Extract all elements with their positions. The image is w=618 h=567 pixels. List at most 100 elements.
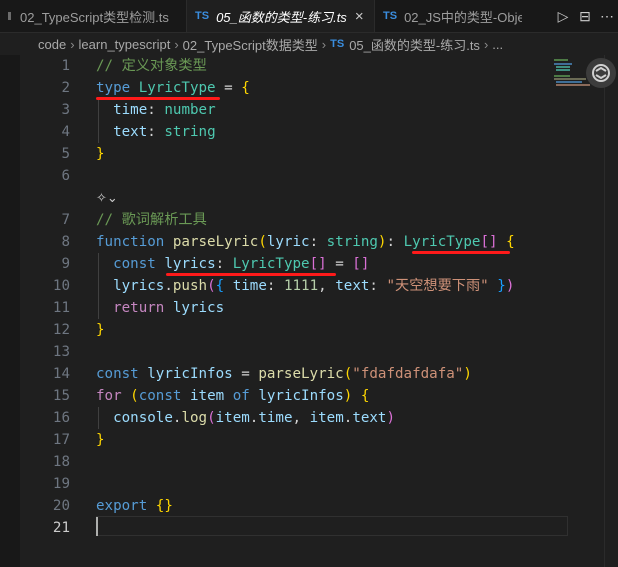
code-line[interactable]: 10 lyrics.push({ time: 1111, text: "天空想要… [20,275,618,297]
code-line[interactable]: 9 const lyrics: LyricType[] = [] [20,253,618,275]
code-token: string [164,124,216,140]
code-token: time [113,102,148,118]
vertical-scrollbar[interactable] [604,55,618,567]
code-line[interactable]: 8 function parseLyric(lyric: string): Lyr… [20,231,618,253]
code-token: item [189,388,225,404]
line-number: 6 [61,168,70,184]
breadcrumb-item-symbol[interactable]: ... [492,37,503,52]
code-token: { [360,388,370,404]
code-token: } [497,278,506,294]
code-token: { [506,234,515,250]
code-text: // 定义对象类型 [96,55,207,77]
code-token: [] [309,256,327,272]
copilot-icon[interactable] [586,58,616,88]
code-line[interactable]: 12} [20,319,618,341]
code-token: : [147,102,165,118]
code-token: 1111 [283,278,319,294]
code-text: function parseLyric(lyric: string): Lyri… [96,231,515,253]
tab-label: 02_TypeScript类型检测.ts [20,9,169,25]
minimap[interactable] [552,55,602,567]
code-token: ( [258,234,267,250]
code-token: text [335,278,370,294]
code-line[interactable]: 17} [20,429,618,451]
code-line[interactable]: 4 text: string [20,121,618,143]
code-token: lyricInfos [258,388,344,404]
line-number: 14 [52,366,70,382]
typescript-icon: TS [383,10,398,22]
line-number: 13 [52,344,70,360]
code-token: export [96,498,148,514]
tab-function-types-practice[interactable]: TS 05_函数的类型-练习.ts × [187,0,375,32]
minimap-line [556,84,590,86]
code-token: string [326,234,378,250]
code-line[interactable]: 5} [20,143,618,165]
code-editor[interactable]: 21 20 export {} 19 18 17} 16 console.log(item.… [20,55,618,567]
chevron-right-icon: › [174,36,179,52]
code-token: lyrics [113,278,165,294]
code-token: ) [463,366,472,382]
breadcrumb-item-folder[interactable]: 02_TypeScript数据类型 [183,35,318,54]
code-line[interactable]: 15 for (const item of lyricInfos) { [20,385,618,407]
code-line[interactable]: 14 const lyricInfos = parseLyric("fdafdaf… [20,363,618,385]
code-line[interactable]: 2 type LyricType = { [20,77,618,99]
copilot-sparkle-icon[interactable]: ✧⌄ [96,187,118,209]
code-line[interactable]: 13 [20,341,618,363]
code-token: [] [352,256,370,272]
breadcrumb: code › learn_typescript › 02_TypeScript数… [0,33,618,55]
breadcrumb-item-learn-typescript[interactable]: learn_typescript [79,37,171,52]
code-token: . [164,278,173,294]
code-text: for (const item of lyricInfos) { [96,385,369,407]
code-line[interactable]: 1 // 定义对象类型 [20,55,618,77]
activity-strip [0,55,20,567]
code-line[interactable]: 16 console.log(item.time, item.text) [20,407,618,429]
code-token: : [266,278,284,294]
code-token: of [232,388,250,404]
tab-typescript-type-check[interactable]: 02_TypeScript类型检测.ts [0,0,187,32]
code-token: item [309,410,344,426]
code-token: : [386,234,404,250]
code-token: , [318,278,336,294]
tab-js-types-object[interactable]: TS 02_JS中的类型-Obje [375,0,522,32]
code-token: ( [207,410,216,426]
code-token: function [96,234,165,250]
breadcrumb-item-code[interactable]: code [38,37,66,52]
code-line[interactable]: 3 time: number [20,99,618,121]
split-editor-icon[interactable]: ⊟ [574,8,596,25]
code-line[interactable]: 7 // 歌词解析工具 [20,209,618,231]
code-token: text [113,124,148,140]
code-text: const lyrics: LyricType[] = [] [96,253,369,275]
code-token: log [181,410,208,426]
code-token: : [147,124,165,140]
line-number: 5 [61,146,70,162]
code-token: const [96,366,139,382]
more-actions-icon[interactable]: ⋯ [596,8,618,25]
code-token: } [96,146,105,162]
code-line[interactable]: 18 [20,451,618,473]
line-number: 7 [61,212,70,228]
code-text: return lyrics [96,297,224,319]
current-line-highlight [96,516,568,536]
code-token: ( [343,366,353,382]
code-line[interactable]: 20 export {} [20,495,618,517]
code-token: LyricType [138,80,216,96]
chevron-right-icon: › [70,36,75,52]
code-text: } [96,143,105,165]
code-line[interactable]: 11 return lyrics [20,297,618,319]
minimap-line [554,78,586,80]
breadcrumb-item-file[interactable]: 05_函数的类型-练习.ts [349,35,480,54]
code-token: time [258,410,293,426]
editor-actions: ▷ ⊟ ⋯ [546,0,618,32]
code-token: ( [207,278,216,294]
code-line[interactable]: 19 [20,473,618,495]
run-icon[interactable]: ▷ [552,8,574,25]
code-line[interactable]: 6 [20,165,618,187]
code-token: // 定义对象类型 [96,58,207,74]
code-token: return [113,300,165,316]
close-icon[interactable]: × [355,8,364,25]
code-text: text: string [96,121,216,143]
